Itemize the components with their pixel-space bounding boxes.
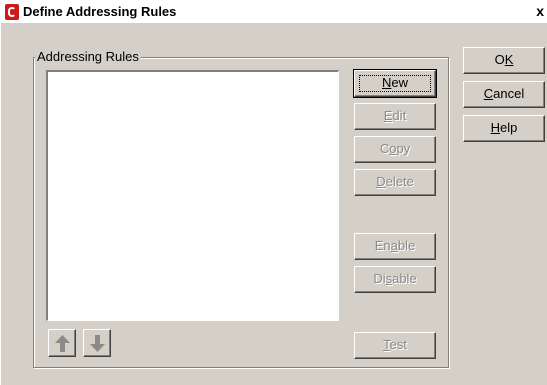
move-down-button[interactable] <box>83 329 111 357</box>
cancel-label-accel: C <box>483 86 494 101</box>
enable-label-accel: a <box>390 238 398 253</box>
copy-button[interactable]: Copy <box>354 136 436 163</box>
addressing-rules-label: Addressing Rules <box>35 49 141 64</box>
arrow-down-icon <box>90 335 105 352</box>
test-label-post: est <box>389 337 407 352</box>
enable-label-post: ble <box>397 238 416 253</box>
copy-label-post: py <box>396 141 411 156</box>
cancel-label-post: ancel <box>493 86 525 101</box>
dialog-window: Define Addressing Rules x Addressing Rul… <box>0 0 547 385</box>
help-label-accel: H <box>490 120 501 135</box>
disable-label-pre: Di <box>373 271 386 286</box>
enable-button[interactable]: Enable <box>354 233 436 260</box>
disable-label-post: able <box>392 271 417 286</box>
move-up-button[interactable] <box>48 329 76 357</box>
title-bar: Define Addressing Rules x <box>1 1 547 23</box>
edit-button[interactable]: Edit <box>354 103 436 130</box>
delete-label-post: elete <box>385 174 414 189</box>
help-button[interactable]: Help <box>463 115 545 142</box>
ok-button[interactable]: OK <box>463 47 545 74</box>
cancel-button[interactable]: Cancel <box>463 81 545 108</box>
ok-label-pre: O <box>494 52 505 67</box>
enable-label-pre: En <box>374 238 391 253</box>
ok-label-accel: K <box>504 52 514 67</box>
arrow-up-icon <box>55 335 70 352</box>
novell-app-icon <box>5 4 19 20</box>
help-label-post: elp <box>500 120 518 135</box>
new-button[interactable]: New <box>353 69 437 98</box>
delete-label-accel: D <box>376 174 386 189</box>
disable-button[interactable]: Disable <box>354 266 436 293</box>
delete-button[interactable]: Delete <box>354 169 436 196</box>
copy-label-pre: C <box>379 141 390 156</box>
close-button[interactable]: x <box>536 3 544 19</box>
focus-rectangle <box>359 75 431 92</box>
window-title: Define Addressing Rules <box>23 4 177 19</box>
rules-listbox[interactable] <box>46 70 339 321</box>
edit-label-post: dit <box>392 108 407 123</box>
test-button[interactable]: Test <box>354 332 436 359</box>
